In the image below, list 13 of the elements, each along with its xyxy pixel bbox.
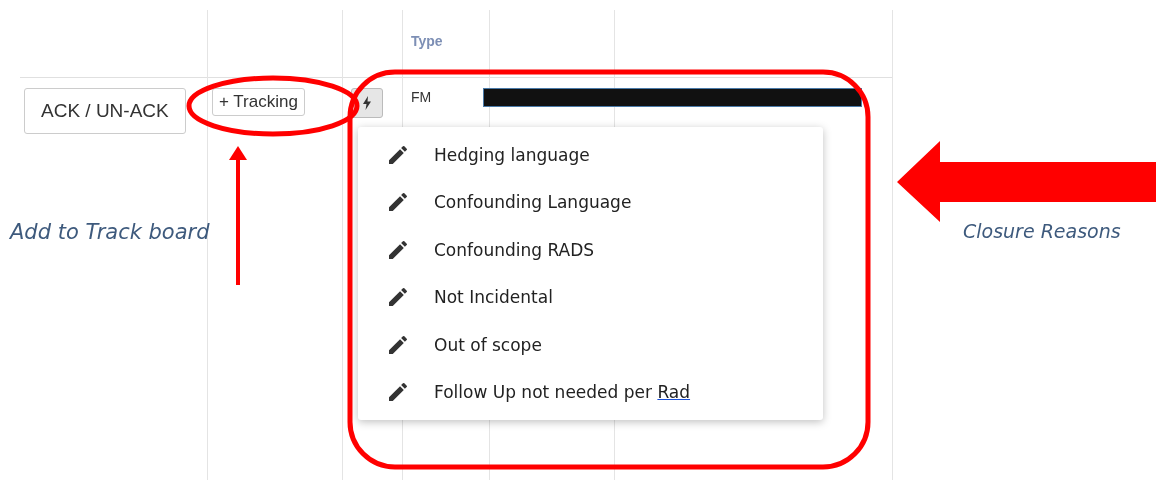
column-header: Type <box>411 33 443 49</box>
menu-item[interactable]: Not Incidental <box>358 273 823 321</box>
table-cell: FM <box>411 89 432 105</box>
ack-button[interactable]: ACK / UN-ACK <box>24 88 186 134</box>
tracking-button[interactable]: + Tracking <box>212 88 305 116</box>
annotation-label: Closure Reasons <box>963 220 1121 242</box>
menu-item[interactable]: Confounding RADS <box>358 226 823 274</box>
menu-item[interactable]: Hedging language <box>358 131 823 179</box>
annotation-label: Add to Track board <box>10 220 210 244</box>
lightning-icon <box>362 96 372 110</box>
menu-item[interactable]: Follow Up not needed per Rad <box>358 368 823 416</box>
menu-item[interactable]: Confounding Language <box>358 178 823 226</box>
menu-item[interactable]: Out of scope <box>358 321 823 369</box>
